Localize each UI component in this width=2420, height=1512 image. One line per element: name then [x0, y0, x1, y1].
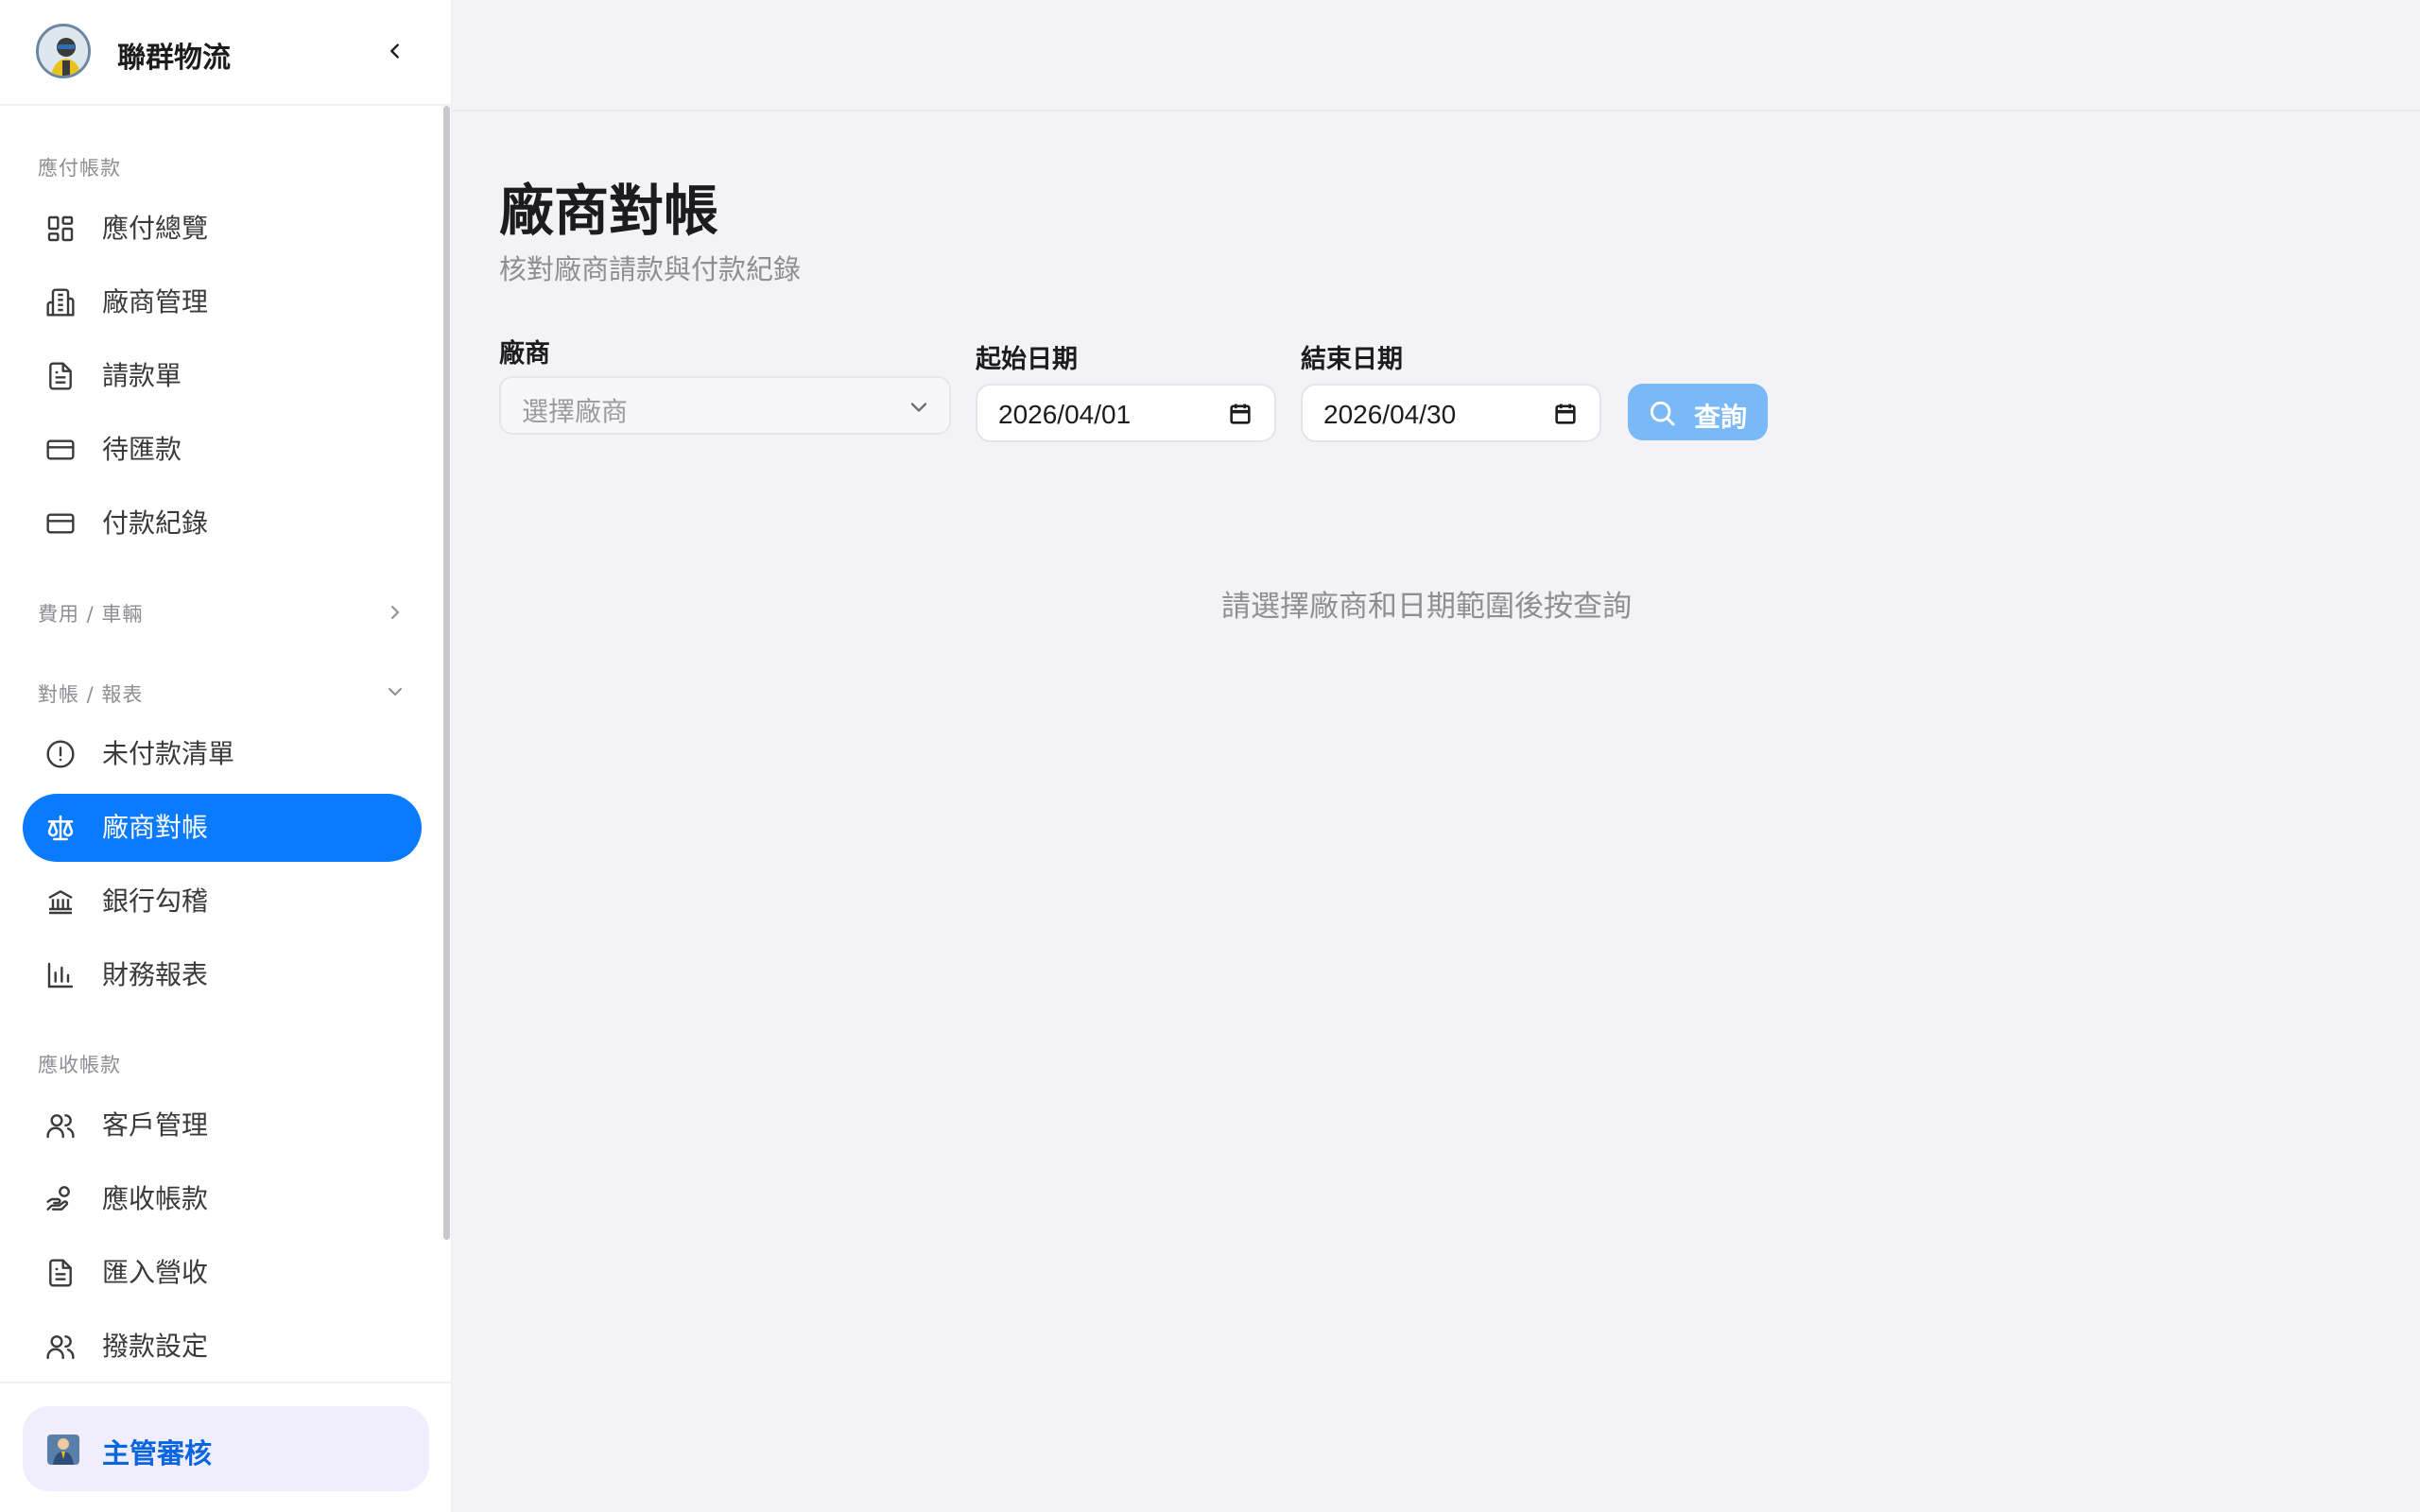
brand-logo	[36, 24, 91, 78]
brand-name: 聯群物流	[117, 42, 231, 75]
chevron-right-icon[interactable]	[384, 601, 406, 624]
end-date-label: 結束日期	[1301, 345, 1403, 374]
page-title: 廠商對帳	[499, 179, 719, 243]
query-button-label: 查詢	[1694, 402, 1748, 433]
chevron-down-icon[interactable]	[384, 680, 406, 703]
search-icon	[1650, 401, 1675, 426]
calendar-icon[interactable]	[1552, 401, 1579, 427]
sidebar-item-payment-requests[interactable]: 請款單	[23, 342, 422, 410]
sidebar-item-customer-management[interactable]: 客戶管理	[23, 1091, 422, 1160]
sidebar-item-financial-reports[interactable]: 財務報表	[23, 941, 422, 1009]
sidebar-item-label: 請款單	[102, 360, 182, 391]
top-bar	[453, 0, 2420, 112]
sidebar-item-import-revenue[interactable]: 匯入營收	[23, 1239, 422, 1307]
sidebar-item-bank-reconciliation[interactable]: 銀行勾稽	[23, 868, 422, 936]
collapse-sidebar-button[interactable]	[378, 34, 412, 68]
sidebar-item-label: 撥款設定	[102, 1331, 209, 1362]
building-icon	[45, 287, 76, 318]
sidebar-item-label: 銀行勾稽	[102, 885, 209, 917]
query-button[interactable]: 查詢	[1628, 384, 1768, 440]
user-role-card[interactable]: 主管審核	[23, 1406, 429, 1491]
sidebar-item-label: 應付總覽	[102, 213, 209, 244]
sidebar-item-label: 待匯款	[102, 434, 182, 465]
empty-state-message: 請選擇廠商和日期範圍後按查詢	[1221, 590, 1632, 624]
brand-header: 聯群物流	[0, 0, 452, 106]
start-date-label: 起始日期	[976, 345, 1078, 374]
hand-coins-icon	[45, 1184, 76, 1214]
sidebar-item-label: 廠商管理	[102, 286, 209, 318]
sidebar-item-receivables[interactable]: 應收帳款	[23, 1165, 422, 1233]
sidebar: 聯群物流 應付帳款 應付總覽 廠商管理 請款單 待匯款 付款紀錄 費用 / 車輛…	[0, 0, 452, 1512]
alert-circle-icon	[45, 739, 76, 769]
card-icon	[45, 508, 76, 539]
card-icon	[45, 435, 76, 465]
users-icon	[45, 1332, 76, 1362]
sidebar-item-unpaid-list[interactable]: 未付款清單	[23, 720, 422, 788]
sidebar-item-payables-overview[interactable]: 應付總覽	[23, 195, 422, 263]
document-icon	[45, 361, 76, 391]
sidebar-item-vendor-reconciliation[interactable]: 廠商對帳	[23, 794, 422, 862]
page-subtitle: 核對廠商請款與付款紀錄	[499, 253, 802, 285]
vendor-label: 廠商	[499, 339, 550, 369]
end-date-value: 2026/04/30	[1323, 400, 1457, 429]
manager-avatar-icon	[47, 1435, 79, 1465]
grid-icon	[45, 214, 76, 244]
calendar-icon[interactable]	[1227, 401, 1253, 427]
sidebar-item-pending-remittance[interactable]: 待匯款	[23, 416, 422, 484]
sidebar-item-vendor-management[interactable]: 廠商管理	[23, 268, 422, 336]
users-icon	[45, 1110, 76, 1141]
bank-icon	[45, 886, 76, 917]
sidebar-item-label: 應收帳款	[102, 1183, 209, 1214]
sidebar-item-disbursement-settings[interactable]: 撥款設定	[23, 1313, 422, 1381]
start-date-value: 2026/04/01	[998, 400, 1132, 429]
section-label-reconciliation-reports[interactable]: 對帳 / 報表	[38, 679, 143, 708]
section-label-payables: 應付帳款	[38, 157, 121, 180]
scale-icon	[45, 813, 76, 843]
chevron-down-icon	[910, 403, 927, 412]
sidebar-item-label: 未付款清單	[102, 738, 235, 769]
end-date-input[interactable]: 2026/04/30	[1301, 384, 1601, 442]
sidebar-scrollbar[interactable]	[443, 106, 450, 1240]
sidebar-item-label: 財務報表	[102, 959, 209, 990]
vendor-select[interactable]: 選擇廠商	[499, 376, 951, 435]
bar-chart-icon	[45, 960, 76, 990]
section-label-receivables: 應收帳款	[38, 1054, 121, 1076]
user-role-label: 主管審核	[102, 1437, 213, 1469]
start-date-input[interactable]: 2026/04/01	[976, 384, 1276, 442]
sidebar-item-payment-records[interactable]: 付款紀錄	[23, 490, 422, 558]
sidebar-footer: 主管審核	[0, 1382, 452, 1512]
vendor-select-placeholder: 選擇廠商	[522, 396, 629, 427]
sidebar-item-label: 匯入營收	[102, 1257, 209, 1288]
sidebar-item-label: 廠商對帳	[102, 812, 209, 843]
document-icon	[45, 1258, 76, 1288]
sidebar-item-label: 付款紀錄	[102, 507, 209, 539]
section-label-expenses-vehicles[interactable]: 費用 / 車輛	[38, 599, 143, 627]
chevron-left-icon	[390, 43, 399, 59]
sidebar-item-label: 客戶管理	[102, 1109, 209, 1141]
